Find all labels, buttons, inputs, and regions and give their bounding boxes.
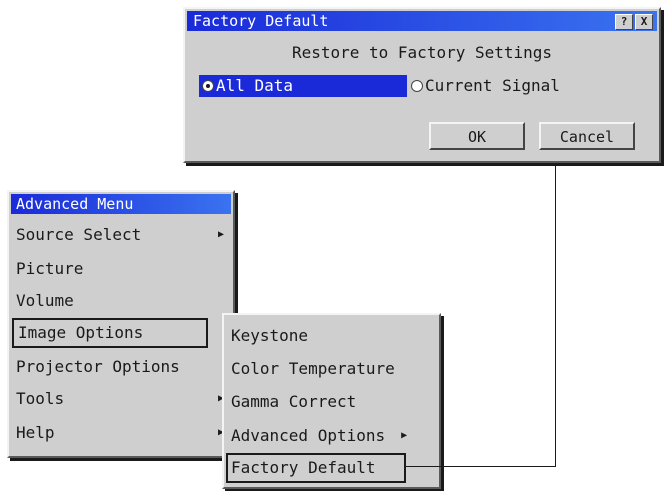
- ok-button[interactable]: OK: [429, 122, 525, 150]
- submenu-item-label: Advanced Options: [231, 426, 386, 445]
- submenu-item-label: Color Temperature: [231, 359, 395, 378]
- menu-item-image-options[interactable]: Image Options▶: [12, 318, 228, 348]
- menu-item-label: Tools: [16, 389, 65, 408]
- menu-item-label: Volume: [16, 291, 74, 310]
- connector-line: [555, 163, 556, 467]
- dialog-heading: Restore to Factory Settings: [291, 43, 553, 62]
- submenu-item-gamma-correct[interactable]: Gamma Correct: [228, 387, 356, 417]
- submenu-item-label: Factory Default: [231, 458, 376, 477]
- menu-item-volume[interactable]: Volume: [12, 286, 230, 316]
- triangle-right-icon: ▶: [217, 229, 224, 240]
- submenu-item-color-temperature[interactable]: Color Temperature: [228, 354, 395, 384]
- radio-unselected-icon: [411, 80, 423, 92]
- radio-all-data-label: All Data: [216, 76, 294, 95]
- radio-current-signal-label: Current Signal: [425, 76, 560, 95]
- radio-all-data[interactable]: All Data: [199, 75, 407, 97]
- menu-item-tools[interactable]: Tools ▶: [12, 384, 230, 414]
- advanced-menu: Advanced Menu Source Select ▶ Picture Vol…: [7, 190, 235, 458]
- menu-item-label: Projector Options: [16, 357, 180, 376]
- dialog-title: Factory Default: [193, 12, 329, 30]
- menu-item-label: Help: [16, 423, 55, 442]
- menu-item-label: Image Options: [18, 323, 144, 342]
- dialog-title-bar: Factory Default ? X: [187, 11, 657, 31]
- factory-default-dialog: Factory Default ? X Restore to Factory S…: [183, 7, 661, 163]
- menu-item-label: Picture: [16, 259, 84, 278]
- radio-current-signal[interactable]: Current Signal: [411, 75, 560, 97]
- triangle-right-icon: ▶: [401, 430, 408, 441]
- menu-item-projector-options[interactable]: Projector Options▶: [12, 352, 232, 382]
- submenu-item-label: Keystone: [231, 326, 309, 345]
- submenu-item-keystone[interactable]: Keystone: [228, 321, 308, 351]
- cancel-button[interactable]: Cancel: [539, 122, 635, 150]
- image-options-submenu: Keystone Color Temperature Gamma Correct…: [222, 313, 441, 489]
- submenu-item-label: Gamma Correct: [231, 392, 357, 411]
- menu-title: Advanced Menu: [11, 194, 231, 214]
- radio-selected-icon: [202, 80, 214, 92]
- submenu-item-advanced-options[interactable]: Advanced Options ▶: [228, 421, 407, 451]
- menu-item-source-select[interactable]: Source Select ▶: [12, 220, 230, 250]
- submenu-item-factory-default[interactable]: Factory Default: [226, 453, 406, 483]
- connector-line: [404, 466, 556, 467]
- help-icon[interactable]: ?: [615, 14, 633, 30]
- menu-item-help[interactable]: Help ▶: [12, 418, 230, 448]
- close-icon[interactable]: X: [635, 14, 653, 30]
- menu-item-label: Source Select: [16, 225, 142, 244]
- menu-item-picture[interactable]: Picture: [12, 254, 230, 284]
